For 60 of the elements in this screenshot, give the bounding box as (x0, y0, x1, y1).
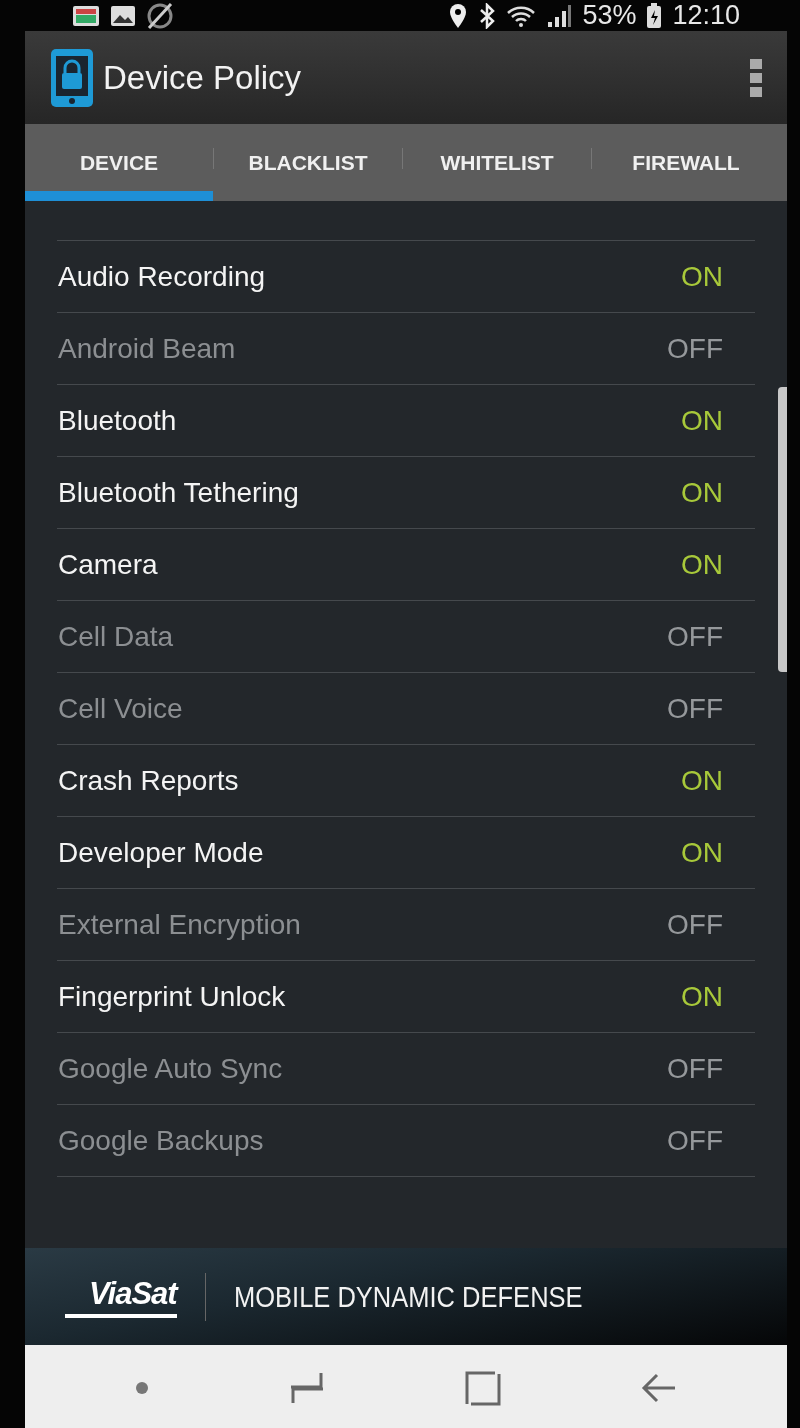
setting-label: Cell Data (58, 620, 174, 653)
battery-percentage: 53% (582, 0, 637, 31)
setting-row[interactable]: Android Beam OFF (57, 312, 755, 384)
tab[interactable]: FIREWALL (592, 124, 780, 201)
setting-value: ON (681, 548, 723, 581)
setting-label: Fingerprint Unlock (58, 980, 286, 1013)
setting-row[interactable]: Camera ON (57, 528, 755, 600)
image-icon (110, 4, 136, 27)
setting-row[interactable]: Fingerprint Unlock ON (57, 960, 755, 1032)
tab[interactable]: WHITELIST (403, 124, 591, 201)
tagline: MOBILE DYNAMIC DEFENSE (233, 1279, 583, 1314)
back-icon[interactable] (641, 1372, 677, 1404)
setting-value: OFF (667, 908, 723, 941)
setting-value: OFF (667, 1052, 723, 1085)
setting-label: Cell Voice (58, 692, 183, 725)
setting-row[interactable]: Audio Recording ON (57, 240, 755, 312)
setting-row[interactable]: External Encryption OFF (57, 888, 755, 960)
setting-row[interactable]: Google Backups OFF (57, 1104, 755, 1176)
setting-label: Google Backups (58, 1124, 264, 1157)
setting-value: ON (681, 404, 723, 437)
setting-value: OFF (667, 332, 723, 365)
setting-label: External Encryption (58, 908, 301, 941)
setting-row[interactable]: Crash Reports ON (57, 744, 755, 816)
phone-lock-icon (49, 46, 95, 109)
setting-label: Camera (58, 548, 158, 581)
setting-row[interactable]: Cell Voice OFF (57, 672, 755, 744)
setting-value: ON (681, 476, 723, 509)
setting-label: Android Beam (58, 332, 236, 365)
tab[interactable]: DEVICE (25, 124, 213, 201)
tab[interactable]: BLACKLIST (214, 124, 402, 201)
setting-row[interactable]: Bluetooth Tethering ON (57, 456, 755, 528)
signal-icon (546, 3, 573, 28)
setting-label: Bluetooth Tethering (58, 476, 299, 509)
notification-icon (72, 4, 100, 27)
setting-label: Bluetooth (58, 404, 177, 437)
dot-icon[interactable] (135, 1381, 149, 1395)
setting-label: Developer Mode (58, 836, 264, 869)
setting-label: Crash Reports (58, 764, 239, 797)
setting-label: Audio Recording (58, 260, 266, 293)
setting-value: OFF (667, 692, 723, 725)
sync-off-icon (146, 2, 174, 29)
bluetooth-icon (478, 2, 497, 29)
setting-row[interactable]: Google Auto Sync OFF (57, 1032, 755, 1104)
setting-label: Google Auto Sync (58, 1052, 283, 1085)
setting-row[interactable]: Cell Data OFF (57, 600, 755, 672)
setting-value: ON (681, 836, 723, 869)
clock-time: 12:10 (672, 0, 740, 31)
setting-value: OFF (667, 620, 723, 653)
brand-logo: ViaSat (65, 1275, 177, 1318)
overflow-menu-icon[interactable] (749, 57, 763, 98)
setting-row[interactable]: Developer Mode ON (57, 816, 755, 888)
recent-apps-icon[interactable] (289, 1370, 325, 1406)
setting-value: OFF (667, 1124, 723, 1157)
scrollbar[interactable] (778, 387, 787, 672)
app-title: Device Policy (103, 58, 303, 97)
setting-value: ON (681, 980, 723, 1013)
home-icon[interactable] (465, 1370, 501, 1406)
setting-row[interactable]: Bluetooth ON (57, 384, 755, 456)
setting-value: ON (681, 260, 723, 293)
setting-value: ON (681, 764, 723, 797)
